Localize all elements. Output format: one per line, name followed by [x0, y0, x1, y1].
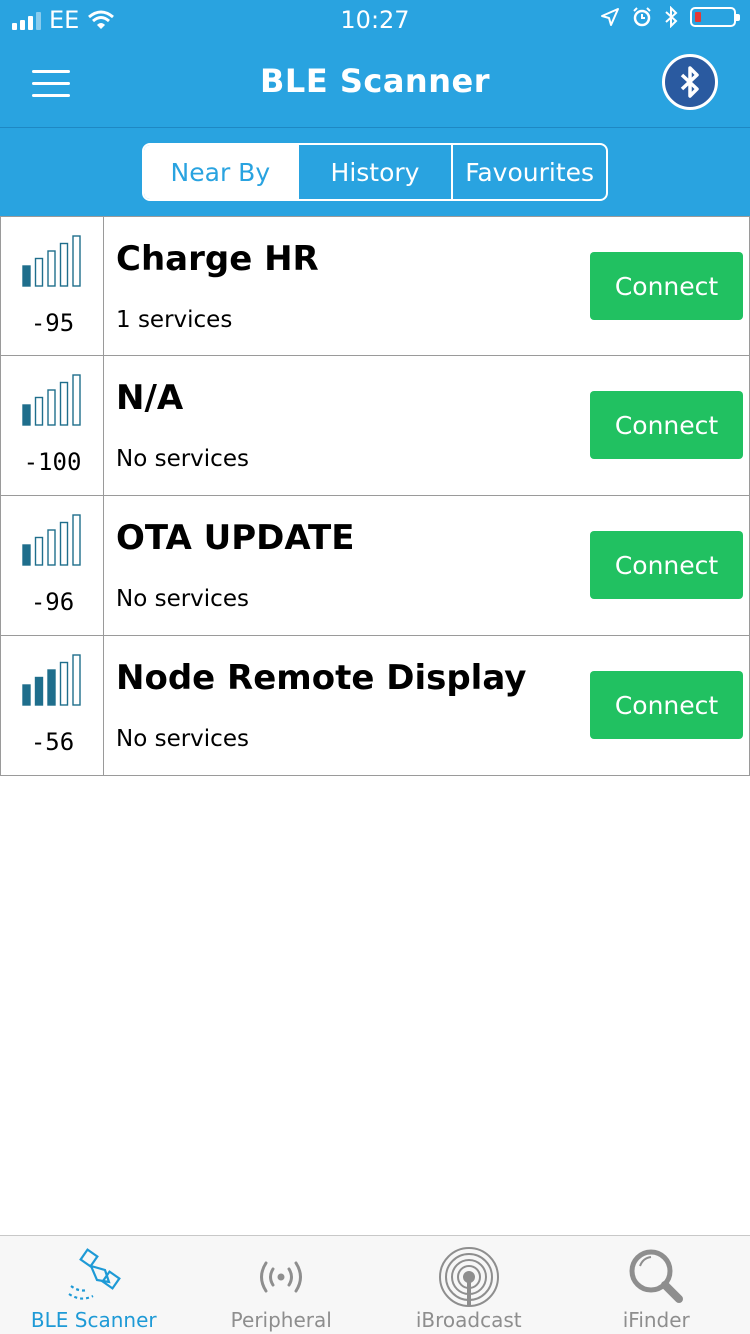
signal-bar [22, 404, 31, 426]
tab-label: BLE Scanner [30, 1308, 157, 1332]
device-services: 1 services [116, 307, 233, 333]
nav-bar: BLE Scanner [0, 40, 750, 128]
tab-ifinder[interactable]: iFinder [563, 1236, 750, 1334]
broadcast-icon [438, 1247, 499, 1307]
device-name: Charge HR [116, 239, 319, 279]
signal-bar [34, 257, 44, 287]
signal-bar [22, 684, 31, 706]
bluetooth-status-icon [665, 6, 678, 28]
rssi-value: -95 [30, 309, 75, 337]
rssi-cell: -95 [1, 217, 104, 355]
device-name: N/A [116, 378, 184, 418]
signal-bar [59, 661, 69, 706]
rssi-cell: -100 [1, 356, 104, 495]
signal-bar [72, 374, 81, 426]
device-row[interactable]: -100 N/A No services Connect [0, 356, 750, 496]
connect-button[interactable]: Connect [590, 531, 743, 599]
device-row[interactable]: -95 Charge HR 1 services Connect [0, 216, 750, 356]
rssi-value: -96 [30, 588, 75, 616]
location-icon [601, 8, 619, 26]
signal-bar [22, 544, 31, 566]
signal-bar [47, 529, 56, 566]
signal-bar [72, 654, 81, 706]
bluetooth-button[interactable] [662, 54, 718, 110]
segment-bar: Near By History Favourites [0, 128, 750, 216]
ble-scanner-icon [68, 1248, 121, 1300]
magnifier-icon [629, 1249, 684, 1303]
segmented-control: Near By History Favourites [142, 143, 608, 201]
signal-bar [22, 265, 31, 287]
tab-bar: BLE Scanner Peripheral iBroadcast iFinde… [0, 1235, 750, 1334]
tab-label: iBroadcast [415, 1308, 522, 1332]
rssi-value: -56 [30, 728, 75, 756]
signal-bar [59, 381, 69, 426]
signal-bar [34, 676, 44, 706]
signal-bar [34, 536, 44, 566]
battery-low-icon [690, 7, 740, 27]
page-title: BLE Scanner [260, 62, 490, 100]
signal-bar [47, 669, 56, 706]
device-services: No services [116, 446, 249, 472]
device-row[interactable]: -96 OTA UPDATE No services Connect [0, 496, 750, 636]
device-services: No services [116, 726, 249, 752]
tab-label: Peripheral [230, 1308, 332, 1332]
connect-button[interactable]: Connect [590, 252, 743, 320]
bluetooth-icon [680, 66, 699, 98]
signal-bar [34, 396, 44, 426]
signal-bar [72, 514, 81, 566]
alarm-icon [633, 7, 651, 27]
signal-bar [72, 235, 81, 287]
rssi-cell: -56 [1, 636, 104, 775]
signal-bar [59, 242, 69, 287]
device-name: Node Remote Display [116, 658, 527, 698]
tab-label: iFinder [622, 1308, 690, 1332]
signal-strength-icon [22, 654, 81, 706]
tab-ble-scanner[interactable]: BLE Scanner [0, 1236, 188, 1334]
device-name: OTA UPDATE [116, 518, 355, 558]
signal-bar [47, 389, 56, 426]
segment-history[interactable]: History [296, 145, 452, 199]
segment-near-by[interactable]: Near By [144, 145, 297, 199]
peripheral-icon [260, 1261, 303, 1293]
status-bar: EE 10:27 [0, 0, 750, 40]
signal-strength-icon [22, 514, 81, 566]
segment-favourites[interactable]: Favourites [451, 145, 606, 199]
signal-bar [47, 250, 56, 287]
connect-button[interactable]: Connect [590, 391, 743, 459]
connect-button[interactable]: Connect [590, 671, 743, 739]
rssi-value: -100 [23, 448, 82, 476]
signal-strength-icon [22, 235, 81, 287]
device-row[interactable]: -56 Node Remote Display No services Conn… [0, 636, 750, 776]
device-list: -95 Charge HR 1 services Connect -100 N/… [0, 216, 750, 776]
rssi-cell: -96 [1, 496, 104, 635]
signal-strength-icon [22, 374, 81, 426]
signal-bar [59, 521, 69, 566]
device-services: No services [116, 586, 249, 612]
tab-peripheral[interactable]: Peripheral [188, 1236, 376, 1334]
tab-ibroadcast[interactable]: iBroadcast [375, 1236, 563, 1334]
